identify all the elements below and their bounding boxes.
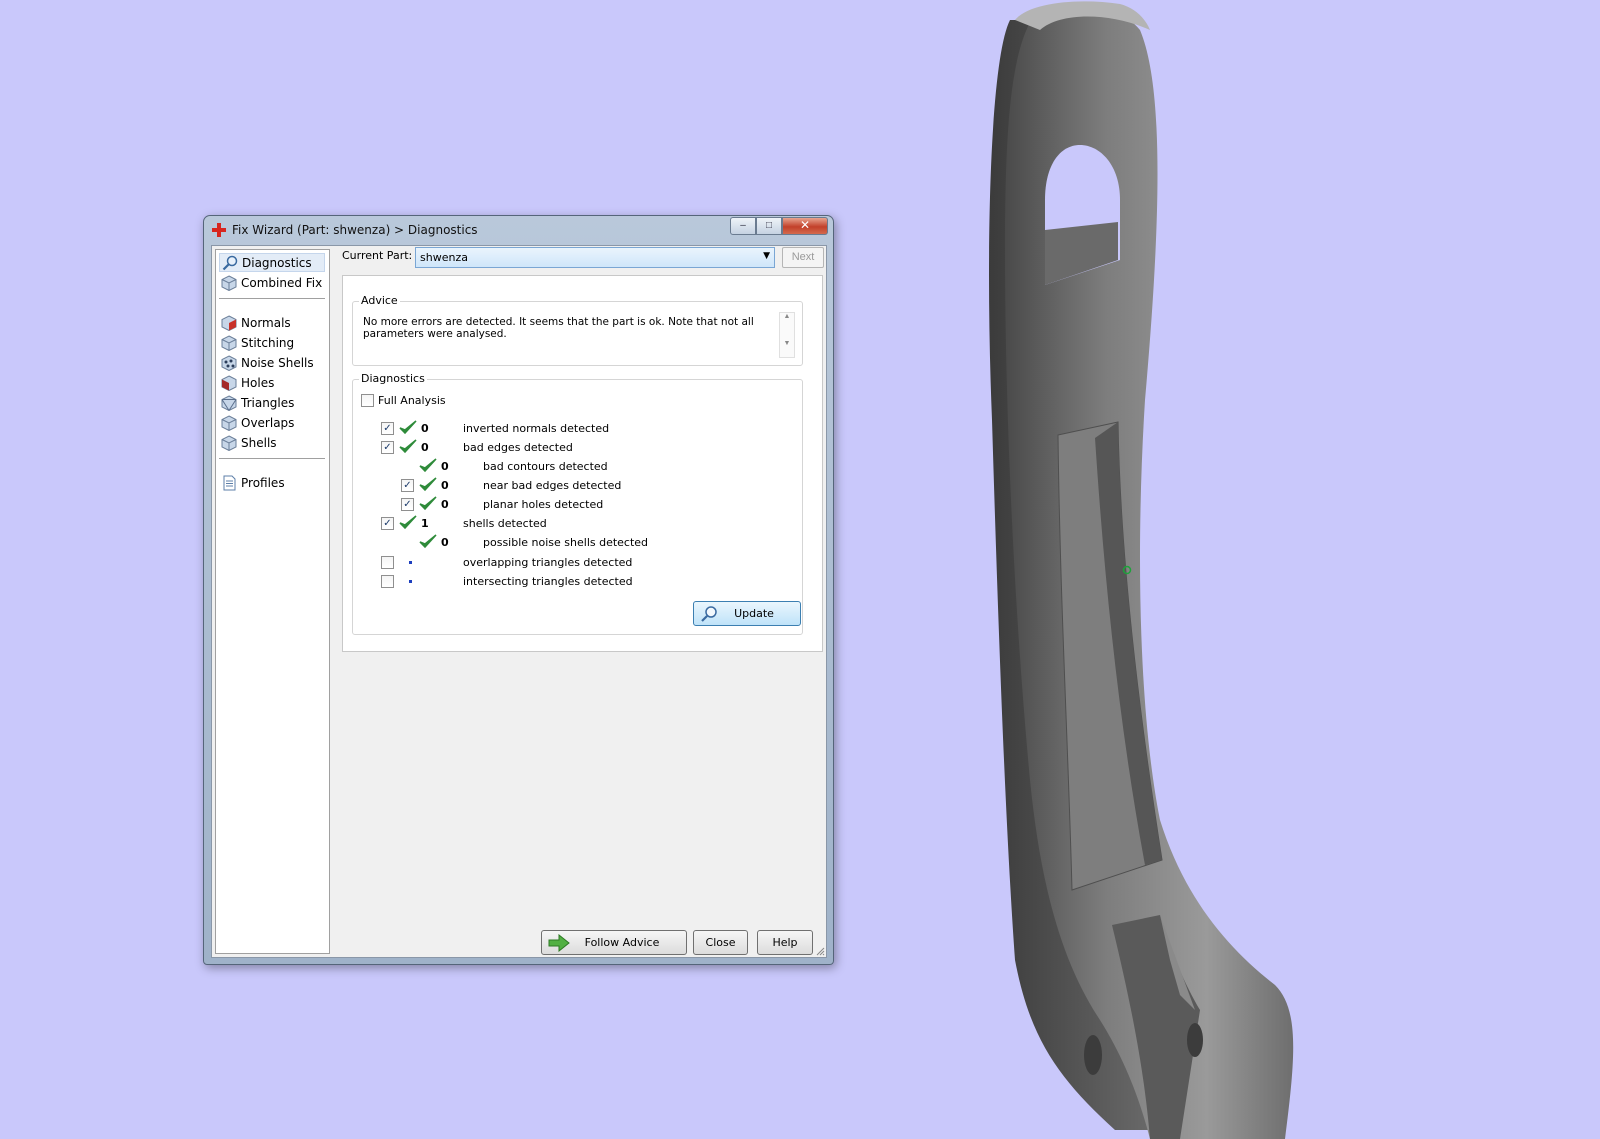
- nav-item-diagnostics[interactable]: Diagnostics: [219, 253, 325, 272]
- update-label: Update: [734, 607, 774, 620]
- advice-text: No more errors are detected. It seems th…: [363, 316, 754, 340]
- help-button[interactable]: Help: [757, 930, 813, 955]
- advice-group: Advice No more errors are detected. It s…: [352, 294, 803, 366]
- triangles-cube-icon: [221, 394, 237, 411]
- full-analysis-label: Full Analysis: [378, 394, 446, 407]
- intersecting-triangles-label: intersecting triangles detected: [463, 575, 633, 588]
- noise-shells-count: 0: [441, 536, 449, 549]
- nav-label: Normals: [241, 315, 291, 330]
- advice-title: Advice: [359, 294, 400, 307]
- cube-icon: [221, 274, 237, 291]
- overlaps-cube-icon: [221, 414, 237, 431]
- inverted-normals-label: inverted normals detected: [463, 422, 610, 435]
- scroll-down-icon[interactable]: ▼: [780, 340, 794, 347]
- part-shape: [989, 1, 1294, 1139]
- nav-item-stitching[interactable]: Stitching: [219, 333, 325, 352]
- normals-cube-icon: [221, 314, 237, 331]
- nav-label: Shells: [241, 435, 277, 450]
- nav-label: Triangles: [241, 395, 295, 410]
- shells-label: shells detected: [463, 517, 547, 530]
- green-check-icon: [399, 420, 417, 435]
- pending-dot-icon: [409, 580, 412, 583]
- full-analysis-checkbox[interactable]: [361, 394, 374, 407]
- advice-scrollbar[interactable]: ▲ ▼: [779, 312, 795, 358]
- shells-cube-icon: [221, 434, 237, 451]
- green-check-icon: [419, 477, 437, 492]
- nav-item-shells[interactable]: Shells: [219, 433, 325, 452]
- fix-wizard-window: Fix Wizard (Part: shwenza) > Diagnostics…: [203, 215, 834, 965]
- green-arrow-icon: [548, 934, 570, 952]
- nav-label: Profiles: [241, 475, 285, 490]
- update-button[interactable]: Update: [693, 601, 801, 626]
- noise-shells-icon: [221, 354, 237, 371]
- overlapping-triangles-label: overlapping triangles detected: [463, 556, 633, 569]
- nav-item-normals[interactable]: Normals: [219, 313, 325, 332]
- nav-item-triangles[interactable]: Triangles: [219, 393, 325, 412]
- nav-label: Overlaps: [241, 415, 295, 430]
- nav-label: Stitching: [241, 335, 295, 350]
- red-cross-icon: [212, 223, 226, 237]
- nav-label: Combined Fix: [241, 275, 323, 290]
- current-part-label: Current Part:: [342, 249, 413, 262]
- follow-advice-label: Follow Advice: [584, 936, 660, 949]
- noise-shells-label: possible noise shells detected: [483, 536, 649, 549]
- holes-cube-icon: [221, 374, 237, 391]
- current-part-select[interactable]: shwenza ▼: [415, 247, 775, 268]
- diagnostics-title: Diagnostics: [359, 372, 427, 385]
- resize-grip-icon[interactable]: [815, 946, 825, 956]
- bad-contours-label: bad contours detected: [483, 460, 608, 473]
- nav-separator: [219, 298, 325, 299]
- current-part-value: shwenza: [420, 251, 468, 264]
- green-check-icon: [419, 534, 437, 549]
- close-window-button[interactable]: ✕: [782, 217, 828, 235]
- inverted-normals-count: 0: [421, 422, 429, 435]
- nav-item-noise-shells[interactable]: Noise Shells: [219, 353, 325, 372]
- magnifier-icon: [222, 255, 238, 270]
- green-check-icon: [399, 439, 417, 454]
- pending-dot-icon: [409, 561, 412, 564]
- scroll-up-icon[interactable]: ▲: [780, 313, 794, 320]
- planar-holes-label: planar holes detected: [483, 498, 604, 511]
- nav-separator: [219, 458, 325, 459]
- maximize-button[interactable]: □: [756, 217, 782, 235]
- overlapping-triangles-checkbox[interactable]: [381, 556, 394, 569]
- chevron-down-icon: ▼: [763, 251, 770, 261]
- planar-holes-count: 0: [441, 498, 449, 511]
- nav-label: Diagnostics: [242, 255, 312, 270]
- bad-edges-checkbox[interactable]: ✓: [381, 441, 394, 454]
- nav-item-profiles[interactable]: Profiles: [219, 473, 325, 492]
- title-bar[interactable]: Fix Wizard (Part: shwenza) > Diagnostics…: [204, 216, 833, 243]
- diagnostics-group: Diagnostics Full Analysis ✓ 0 inverted n…: [352, 372, 803, 635]
- magnifier-icon: [701, 606, 717, 622]
- bad-contours-count: 0: [441, 460, 449, 473]
- window-title: Fix Wizard (Part: shwenza) > Diagnostics: [232, 223, 478, 237]
- near-bad-edges-label: near bad edges detected: [483, 479, 622, 492]
- next-button[interactable]: Next: [782, 247, 824, 268]
- near-bad-edges-count: 0: [441, 479, 449, 492]
- inverted-normals-checkbox[interactable]: ✓: [381, 422, 394, 435]
- diagnostics-panel: Advice No more errors are detected. It s…: [342, 275, 823, 652]
- nav-item-overlaps[interactable]: Overlaps: [219, 413, 325, 432]
- nav-item-combined-fix[interactable]: Combined Fix: [219, 273, 325, 292]
- shells-checkbox[interactable]: ✓: [381, 517, 394, 530]
- fix-category-nav: Diagnostics Combined Fix Normals Stitchi…: [215, 249, 330, 954]
- nav-label: Noise Shells: [241, 355, 314, 370]
- nav-label: Holes: [241, 375, 275, 390]
- green-check-icon: [399, 515, 417, 530]
- shells-count: 1: [421, 517, 429, 530]
- follow-advice-button[interactable]: Follow Advice: [541, 930, 687, 955]
- stitching-cube-icon: [221, 334, 237, 351]
- green-check-icon: [419, 496, 437, 511]
- intersecting-triangles-checkbox[interactable]: [381, 575, 394, 588]
- bad-edges-count: 0: [421, 441, 429, 454]
- nav-item-holes[interactable]: Holes: [219, 373, 325, 392]
- near-bad-edges-checkbox[interactable]: ✓: [401, 479, 414, 492]
- profile-document-icon: [223, 475, 236, 490]
- window-client-area: Diagnostics Combined Fix Normals Stitchi…: [211, 245, 827, 958]
- planar-holes-checkbox[interactable]: ✓: [401, 498, 414, 511]
- close-button[interactable]: Close: [693, 930, 748, 955]
- green-check-icon: [419, 458, 437, 473]
- minimize-button[interactable]: –: [730, 217, 756, 235]
- bad-edges-label: bad edges detected: [463, 441, 573, 454]
